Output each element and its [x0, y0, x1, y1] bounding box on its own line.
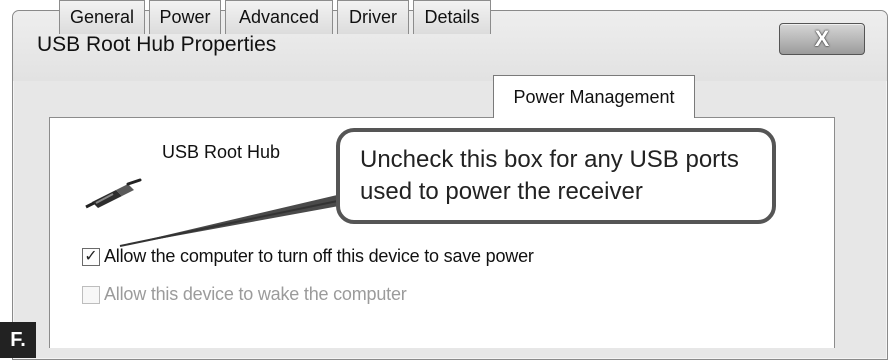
annotation-callout: Uncheck this box for any USB ports used … [336, 128, 776, 224]
figure-label: F. [0, 322, 36, 358]
callout-text: Uncheck this box for any USB ports used … [360, 146, 739, 205]
